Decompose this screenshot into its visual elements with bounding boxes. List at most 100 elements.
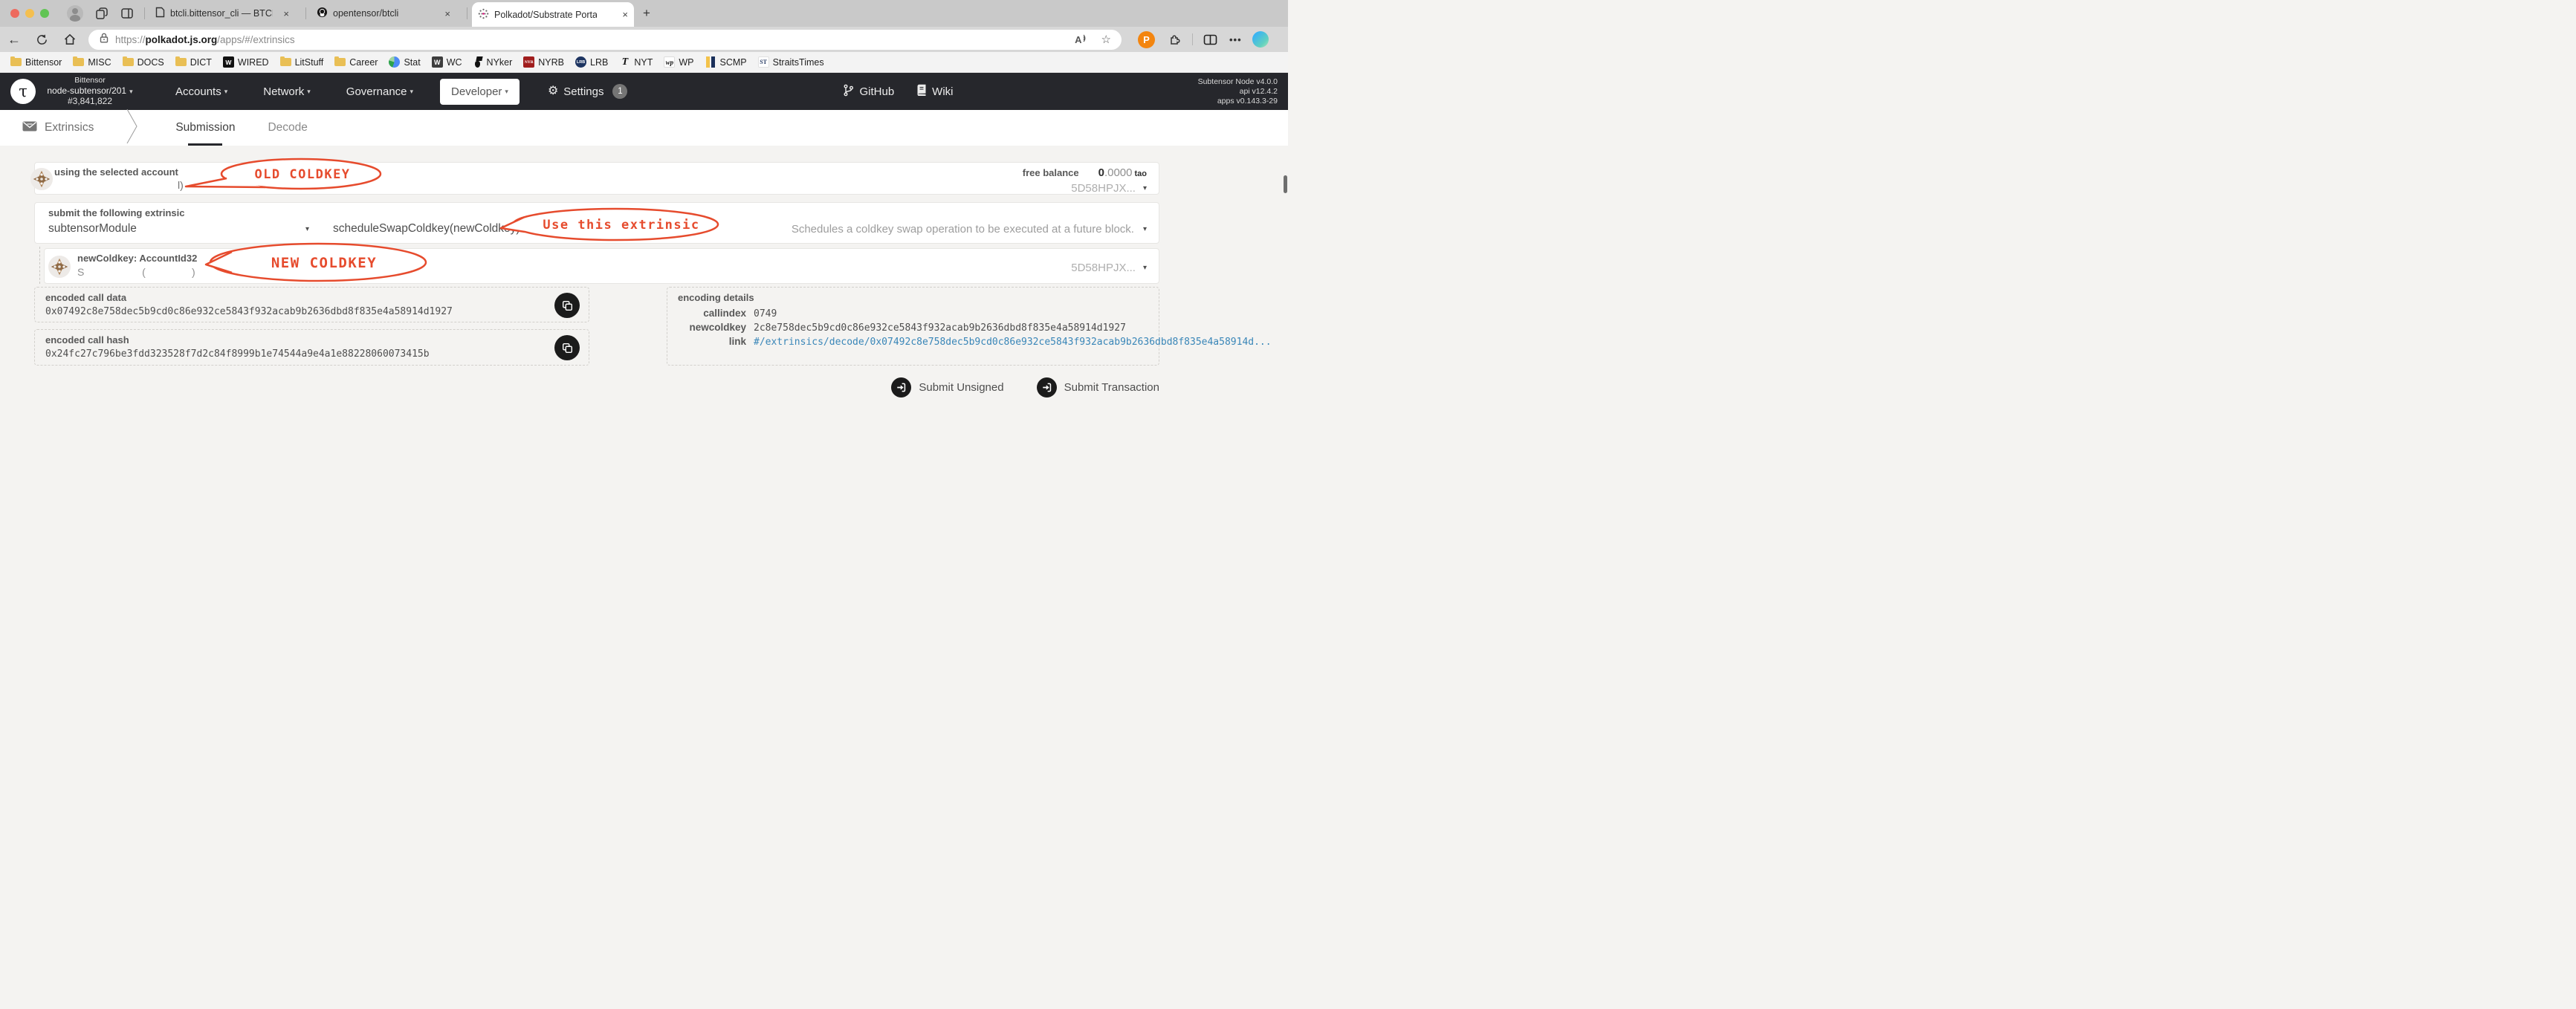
bookmark-wc[interactable]: W WC <box>431 56 462 68</box>
bookmark-wp[interactable]: wp WP <box>664 56 693 68</box>
link-label: link <box>728 336 746 347</box>
bittensor-logo: τ <box>10 79 36 104</box>
caret-down-icon: ▾ <box>129 87 133 95</box>
tab-submission[interactable]: Submission <box>175 110 235 146</box>
bookmark-scmp[interactable]: SCMP <box>705 56 747 68</box>
encoded-call-hash-box: encoded call hash 0x24fc27c796be3fdd3235… <box>34 329 589 366</box>
encoded-call-data-value: 0x07492c8e758dec5b9cd0c86e932ce5843f932a… <box>45 306 453 317</box>
more-menu-icon[interactable]: ••• <box>1229 34 1242 45</box>
copy-call-hash-button[interactable] <box>554 335 580 360</box>
lrb-icon: LRB <box>575 56 587 68</box>
bookmark-lrb[interactable]: LRB LRB <box>575 56 608 68</box>
browser-profile-icon[interactable] <box>67 5 83 22</box>
browser-tab-btcli-docs[interactable]: btcli.bittensor_cli — BTCLI Docs × <box>149 0 295 27</box>
git-branch-icon <box>843 84 854 100</box>
github-icon <box>317 7 328 20</box>
back-button[interactable]: ← <box>7 32 21 48</box>
url-text: https://polkadot.js.org/apps/#/extrinsic… <box>115 33 295 45</box>
home-button[interactable] <box>63 33 77 46</box>
page-tab-bar: Extrinsics Submission Decode <box>0 108 1288 147</box>
new-tab-button[interactable]: + <box>643 6 650 21</box>
refresh-button[interactable] <box>36 33 48 46</box>
bookmark-nyt[interactable]: T NYT <box>619 56 653 68</box>
tab-close-icon[interactable]: × <box>444 8 450 19</box>
menu-developer[interactable]: Developer ▾ <box>440 78 520 105</box>
tab-decode[interactable]: Decode <box>268 110 307 146</box>
favorite-star-icon[interactable]: ☆ <box>1101 33 1111 46</box>
encoded-call-hash-value: 0x24fc27c796be3fdd323528f7d2c84f8999b1e7… <box>45 348 430 360</box>
settings-menu[interactable]: ⚙ Settings 1 <box>548 84 628 99</box>
copy-call-data-button[interactable] <box>554 293 580 318</box>
extrinsics-content: using the selected account l) free balan… <box>0 146 1288 504</box>
tab-close-icon[interactable]: × <box>283 8 289 19</box>
param-indent-line <box>39 247 40 284</box>
menu-network[interactable]: Network ▾ <box>263 85 311 98</box>
account-dropdown[interactable]: 5D58HPJX... ▾ <box>1023 182 1147 195</box>
browser-tab-polkadot-portal[interactable]: Polkadot/Substrate Portal × <box>472 2 634 27</box>
chain-name: Bittensor <box>74 76 106 85</box>
browser-tab-github-btcli[interactable]: opentensor/btcli × <box>311 0 456 27</box>
decode-link[interactable]: #/extrinsics/decode/0x07492c8e758dec5b9c… <box>754 337 1272 348</box>
bookmark-folder-misc[interactable]: MISC <box>73 56 111 68</box>
bookmark-folder-dict[interactable]: DICT <box>175 56 212 68</box>
annotation-new-coldkey: NEW COLDKEY <box>204 242 427 282</box>
bookmark-nyrb[interactable]: NYR NYRB <box>523 56 564 68</box>
method-description-block[interactable]: Schedules a coldkey swap operation to be… <box>792 223 1147 236</box>
tab-close-icon[interactable]: × <box>622 9 628 20</box>
bookmark-folder-litstuff[interactable]: LitStuff <box>279 56 323 68</box>
account-address: 5D58HPJX... <box>1071 182 1136 195</box>
submit-transaction-button[interactable]: Submit Transaction <box>1036 377 1159 398</box>
newcoldkey-value-redacted[interactable]: S ( ) <box>77 266 195 278</box>
module-select[interactable]: subtensorModule <box>48 222 137 236</box>
node-name: node-subtensor/201 <box>47 85 127 96</box>
bookmark-wired[interactable]: W WIRED <box>222 56 269 68</box>
api-version: api v12.4.2 <box>1239 86 1278 96</box>
gear-icon: ⚙ <box>547 85 559 97</box>
copilot-icon[interactable] <box>1252 31 1269 48</box>
account-identicon[interactable] <box>30 168 53 194</box>
folder-icon <box>279 56 291 66</box>
scrollbar-thumb[interactable] <box>1284 175 1287 193</box>
submit-unsigned-button[interactable]: Submit Unsigned <box>891 377 1004 398</box>
caret-down-icon: ▾ <box>307 87 311 95</box>
window-close-button[interactable] <box>10 9 19 18</box>
svg-text:Use this extrinsic: Use this extrinsic <box>543 218 699 233</box>
polkadot-extension-icon[interactable]: P <box>1138 30 1155 48</box>
callindex-value: 0749 <box>754 308 777 319</box>
tab-overview-icon[interactable] <box>95 7 109 20</box>
extensions-puzzle-icon[interactable] <box>1168 33 1182 46</box>
bookmarks-bar: Bittensor MISC DOCS DICT W WIRED LitStuff… <box>0 52 1288 73</box>
split-screen-icon[interactable] <box>1203 33 1217 46</box>
folder-icon <box>73 56 85 66</box>
window-zoom-button[interactable] <box>40 9 49 18</box>
caret-down-icon[interactable]: ▾ <box>305 225 309 233</box>
encoded-call-data-box: encoded call data 0x07492c8e758dec5b9cd0… <box>34 287 589 322</box>
tab-divider <box>144 7 145 19</box>
folder-icon <box>334 56 346 66</box>
window-minimize-button[interactable] <box>25 9 34 18</box>
bookmark-folder-career[interactable]: Career <box>334 56 378 68</box>
breadcrumb-chevron <box>125 108 140 147</box>
chain-selector[interactable]: Bittensor node-subtensor/201 ▾ #3,841,822 <box>43 76 137 107</box>
immersive-reader-icon[interactable]: A <box>1075 34 1087 45</box>
folder-icon <box>175 56 187 66</box>
bookmark-folder-bittensor[interactable]: Bittensor <box>10 56 62 68</box>
menu-governance[interactable]: Governance ▾ <box>346 85 413 98</box>
folder-icon <box>122 56 134 66</box>
settings-badge: 1 <box>612 84 628 99</box>
bookmark-stat[interactable]: Stat <box>389 56 421 68</box>
bookmark-folder-docs[interactable]: DOCS <box>122 56 164 68</box>
wp-icon: wp <box>664 56 676 68</box>
sign-in-icon <box>891 377 912 398</box>
address-bar[interactable]: https://polkadot.js.org/apps/#/extrinsic… <box>88 29 1122 50</box>
sidebar-toggle-icon[interactable] <box>120 7 134 20</box>
menu-accounts[interactable]: Accounts ▾ <box>175 85 227 98</box>
bookmark-nyker[interactable]: NYker <box>473 56 512 68</box>
wiki-link[interactable]: Wiki <box>916 84 954 99</box>
app-header: τ Bittensor node-subtensor/201 ▾ #3,841,8… <box>0 73 1288 110</box>
newcoldkey-identicon[interactable] <box>48 256 71 282</box>
newcoldkey-dropdown[interactable]: 5D58HPJX... ▾ <box>1071 262 1147 274</box>
free-balance-label: free balance <box>1022 167 1079 178</box>
github-link[interactable]: GitHub <box>843 84 894 100</box>
bookmark-straitstimes[interactable]: ST StraitsTimes <box>757 56 824 68</box>
